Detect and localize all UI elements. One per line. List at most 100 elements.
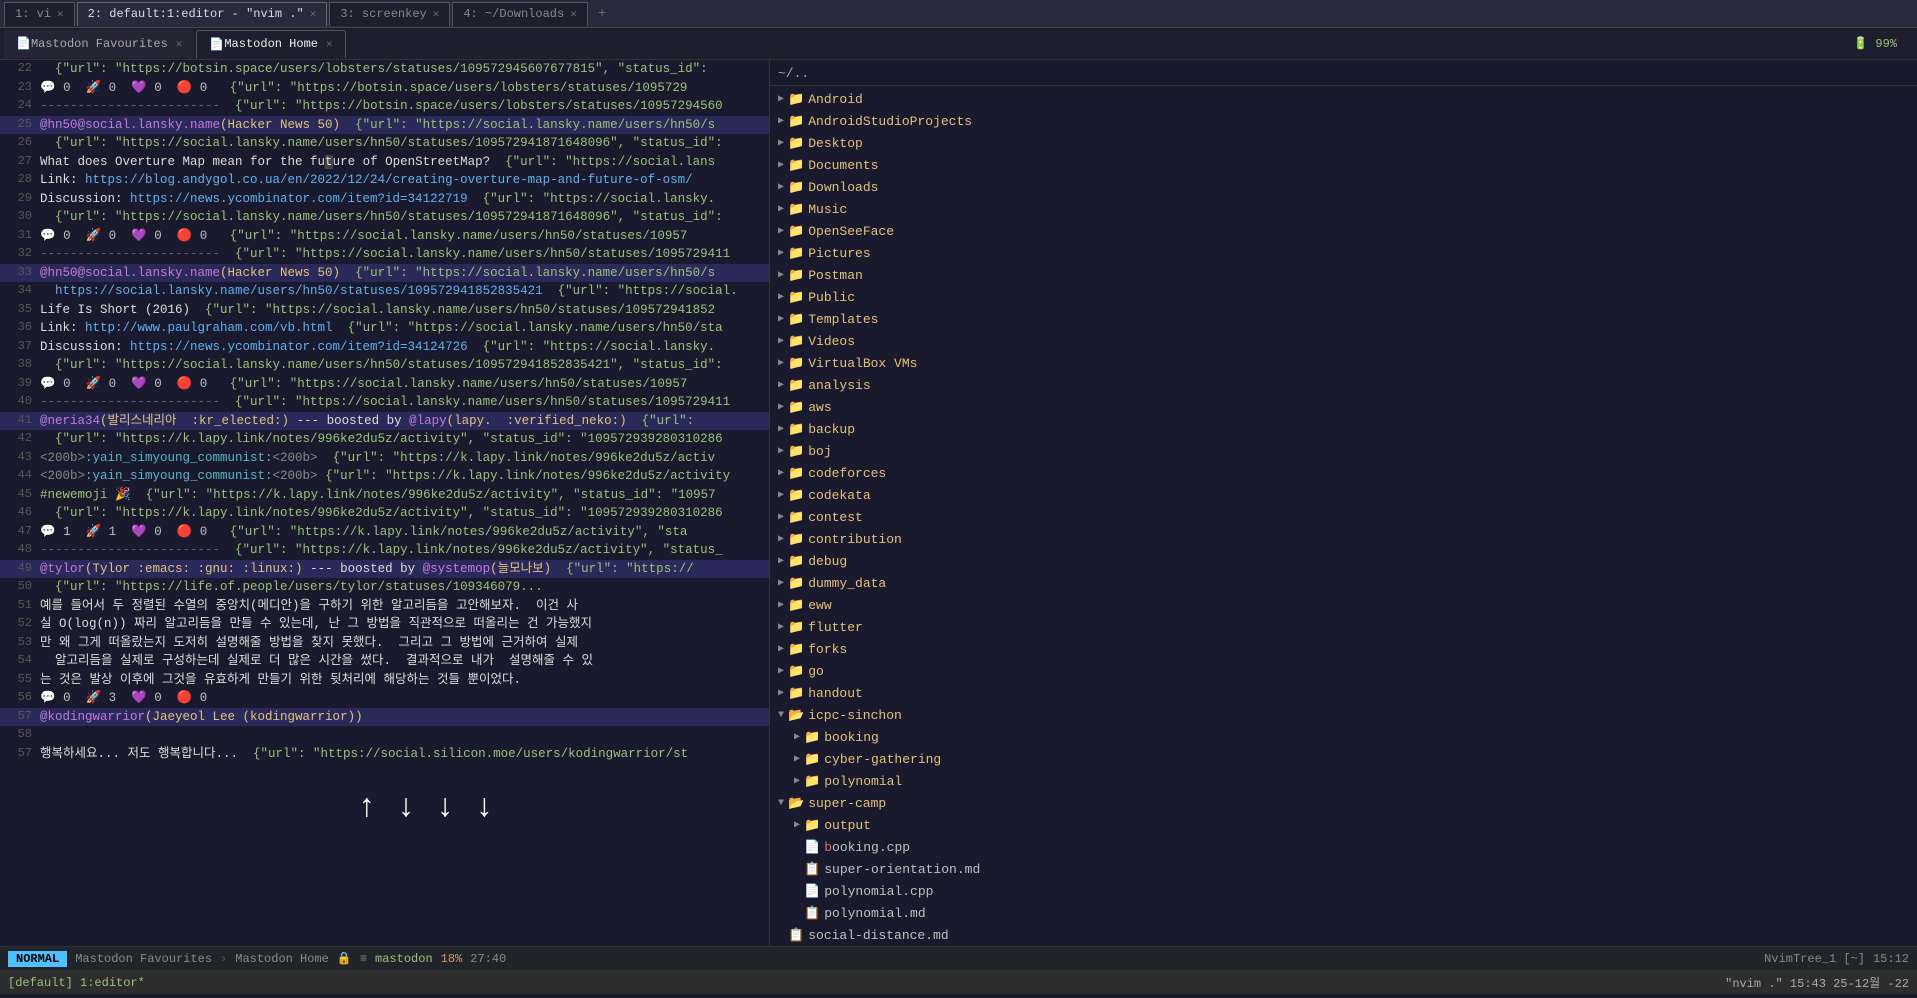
tree-arrow-icon: ▶ [778, 467, 784, 479]
tree-social-distance[interactable]: ▶ 📋 social-distance.md [770, 924, 1917, 946]
folder-icon: 📁 [788, 136, 804, 151]
tree-forks[interactable]: ▶ 📁 forks [770, 638, 1917, 660]
file-md-icon: 📋 [804, 862, 820, 877]
line-44: 44 <200b>:yain_simyoung_communist:<200b>… [0, 467, 769, 486]
tree-documents[interactable]: ▶ 📁 Documents [770, 154, 1917, 176]
tree-aws[interactable]: ▶ 📁 aws [770, 396, 1917, 418]
tree-booking-cpp[interactable]: ▶ 📄 booking.cpp [770, 836, 1917, 858]
wtab-mastodon-home[interactable]: 📄 Mastodon Home ✕ [196, 30, 345, 58]
tree-flutter[interactable]: ▶ 📁 flutter [770, 616, 1917, 638]
line-32: 32 ------------------------ {"url": "htt… [0, 245, 769, 264]
folder-icon: 📁 [788, 532, 804, 547]
status-percent: 18% [441, 952, 463, 966]
tab-vi-close[interactable]: ✕ [57, 7, 64, 21]
status-coords: 15:12 [1873, 952, 1909, 966]
folder-icon: 📁 [788, 378, 804, 393]
folder-icon: 📁 [804, 752, 820, 767]
tree-item-label: super-orientation.md [824, 862, 980, 877]
tree-contest[interactable]: ▶ 📁 contest [770, 506, 1917, 528]
folder-icon: 📁 [804, 818, 820, 833]
tree-codeforces[interactable]: ▶ 📁 codeforces [770, 462, 1917, 484]
tree-path: ~/.. [770, 64, 1917, 86]
folder-icon: 📁 [788, 422, 804, 437]
tree-arrow-icon: ▶ [778, 577, 784, 589]
tree-dummy-data[interactable]: ▶ 📁 dummy_data [770, 572, 1917, 594]
tree-contribution[interactable]: ▶ 📁 contribution [770, 528, 1917, 550]
line-43: 43 <200b>:yain_simyoung_communist:<200b>… [0, 449, 769, 468]
tab-add-button[interactable]: + [590, 3, 614, 25]
tree-polynomial[interactable]: ▶ 📁 polynomial [770, 770, 1917, 792]
tree-item-label: dummy_data [808, 576, 886, 591]
folder-icon: 📁 [788, 510, 804, 525]
tree-pictures[interactable]: ▶ 📁 Pictures [770, 242, 1917, 264]
tree-item-label: social-distance.md [808, 928, 948, 943]
tree-item-label: debug [808, 554, 847, 569]
tree-desktop[interactable]: ▶ 📁 Desktop [770, 132, 1917, 154]
line-22: 22 {"url": "https://botsin.space/users/l… [0, 60, 769, 79]
tree-icpc-sinchon[interactable]: ▼ 📂 icpc-sinchon [770, 704, 1917, 726]
tree-arrow-icon: ▶ [778, 115, 784, 127]
tree-virtualbox[interactable]: ▶ 📁 VirtualBox VMs [770, 352, 1917, 374]
tab-downloads-close[interactable]: ✕ [570, 7, 577, 21]
wtab-mastodon-fav[interactable]: 📄 Mastodon Favourites ✕ [4, 30, 194, 58]
tree-analysis[interactable]: ▶ 📁 analysis [770, 374, 1917, 396]
tree-templates[interactable]: ▶ 📁 Templates [770, 308, 1917, 330]
line-49: 49 @tylor(Tylor :emacs: :gnu: :linux:) -… [0, 560, 769, 579]
tree-booking[interactable]: ▶ 📁 booking [770, 726, 1917, 748]
tab-editor[interactable]: 2: default:1:editor - "nvim ." ✕ [77, 2, 328, 26]
tree-downloads[interactable]: ▶ 📁 Downloads [770, 176, 1917, 198]
wtab-home-close[interactable]: ✕ [326, 37, 333, 51]
tree-backup[interactable]: ▶ 📁 backup [770, 418, 1917, 440]
tree-androidstudio[interactable]: ▶ 📁 AndroidStudioProjects [770, 110, 1917, 132]
tab-downloads[interactable]: 4: ~/Downloads ✕ [452, 2, 587, 26]
status-left: NORMAL Mastodon Favourites › Mastodon Ho… [8, 951, 506, 967]
tree-music[interactable]: ▶ 📁 Music [770, 198, 1917, 220]
tree-item-label: go [808, 664, 824, 679]
wtab-fav-close[interactable]: ✕ [176, 37, 183, 51]
line-empty: 58 [0, 726, 769, 745]
tree-item-label: VirtualBox VMs [808, 356, 917, 371]
tree-go[interactable]: ▶ 📁 go [770, 660, 1917, 682]
tree-arrow-icon: ▶ [778, 665, 784, 677]
tree-debug[interactable]: ▶ 📁 debug [770, 550, 1917, 572]
tab-screenkey-close[interactable]: ✕ [433, 7, 440, 21]
folder-icon: 📁 [788, 224, 804, 239]
tree-item-label: Videos [808, 334, 855, 349]
tree-boj[interactable]: ▶ 📁 boj [770, 440, 1917, 462]
line-50: 50 {"url": "https://life.of.people/users… [0, 578, 769, 597]
tree-handout[interactable]: ▶ 📁 handout [770, 682, 1917, 704]
tree-output[interactable]: ▶ 📁 output [770, 814, 1917, 836]
folder-icon: 📁 [788, 642, 804, 657]
folder-icon: 📁 [804, 774, 820, 789]
tab-vi[interactable]: 1: vi ✕ [4, 2, 75, 26]
line-39: 39 💬 0 🚀 0 💜 0 🔴 0 {"url": "https://soci… [0, 375, 769, 394]
tree-arrow-icon: ▶ [778, 445, 784, 457]
tree-videos[interactable]: ▶ 📁 Videos [770, 330, 1917, 352]
tree-item-label: AndroidStudioProjects [808, 114, 972, 129]
tree-super-camp[interactable]: ▼ 📂 super-camp [770, 792, 1917, 814]
line-41: 41 @neria34(발리스네리아 :kr_elected:) --- boo… [0, 412, 769, 431]
line-29: 29 Discussion: https://news.ycombinator.… [0, 190, 769, 209]
tree-postman[interactable]: ▶ 📁 Postman [770, 264, 1917, 286]
tree-arrow-icon: ▶ [778, 643, 784, 655]
tree-polynomial-cpp[interactable]: ▶ 📄 polynomial.cpp [770, 880, 1917, 902]
tree-codekata[interactable]: ▶ 📁 codekata [770, 484, 1917, 506]
line-23: 23 💬 0 🚀 0 💜 0 🔴 0 {"url": "https://bots… [0, 79, 769, 98]
tree-item-label: Public [808, 290, 855, 305]
line-26: 26 {"url": "https://social.lansky.name/u… [0, 134, 769, 153]
tree-polynomial-md[interactable]: ▶ 📋 polynomial.md [770, 902, 1917, 924]
file-md-icon: 📋 [788, 928, 804, 943]
tree-super-orientation[interactable]: ▶ 📋 super-orientation.md [770, 858, 1917, 880]
tree-android[interactable]: ▶ 📁 Android [770, 88, 1917, 110]
tab-screenkey[interactable]: 3: screenkey ✕ [329, 2, 450, 26]
line-34: 34 https://social.lansky.name/users/hn50… [0, 282, 769, 301]
line-33: 33 @hn50@social.lansky.name(Hacker News … [0, 264, 769, 283]
tab-editor-close[interactable]: ✕ [310, 7, 317, 21]
line-35: 35 Life Is Short (2016) {"url": "https:/… [0, 301, 769, 320]
folder-icon: 📁 [788, 290, 804, 305]
tree-public[interactable]: ▶ 📁 Public [770, 286, 1917, 308]
tree-eww[interactable]: ▶ 📁 eww [770, 594, 1917, 616]
tree-cyber-gathering[interactable]: ▶ 📁 cyber-gathering [770, 748, 1917, 770]
tree-openseeface[interactable]: ▶ 📁 OpenSeeFace [770, 220, 1917, 242]
tree-arrow-icon: ▶ [778, 423, 784, 435]
